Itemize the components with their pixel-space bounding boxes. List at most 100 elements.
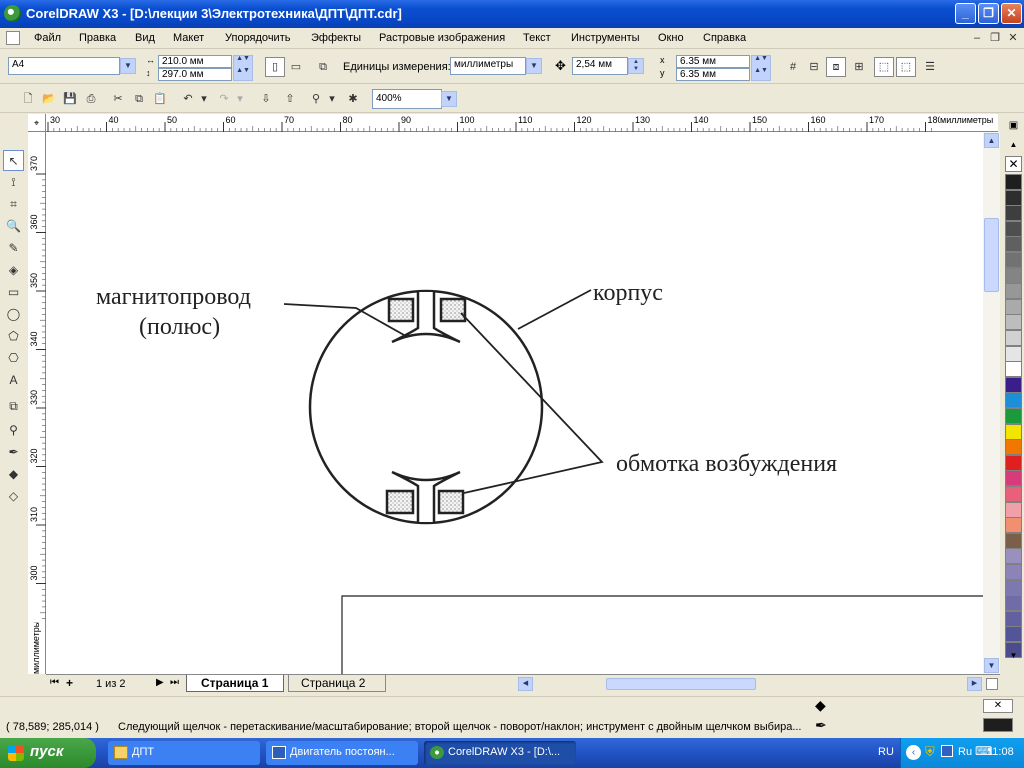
close-button[interactable]: ✕ [1001, 3, 1022, 24]
size-spinner[interactable]: ▲▼ ▲▼ [233, 55, 253, 81]
last-page-icon[interactable]: ⏭ [170, 677, 179, 688]
chevron-down-icon[interactable]: ▼ [526, 58, 542, 74]
tray-expand-icon[interactable]: ‹ [906, 745, 921, 760]
drawing-canvas[interactable]: магнитопровод (полюс) корпус обмотка воз… [46, 132, 983, 674]
scroll-right-icon[interactable]: ▶ [967, 677, 982, 691]
page-height-field[interactable]: 297.0 мм [158, 68, 232, 81]
snap-objects-icon[interactable]: ⧈ [826, 57, 846, 77]
horizontal-scroll-thumb[interactable] [606, 678, 756, 690]
options-icon[interactable]: ☰ [920, 57, 940, 77]
outline-tool-icon[interactable]: ✒ [3, 442, 24, 463]
palette-down-icon[interactable]: ▼ [1005, 648, 1022, 664]
doc-restore-icon[interactable]: ❐ [988, 31, 1002, 45]
print-icon[interactable]: ⎙ [81, 89, 101, 109]
color-swatch[interactable] [1005, 236, 1022, 253]
landscape-icon[interactable]: ▭ [286, 57, 306, 77]
menu-layout[interactable]: Макет [173, 32, 204, 44]
color-swatch[interactable] [1005, 454, 1022, 471]
paper-size-select[interactable]: A4 [8, 57, 120, 75]
treat-as-filled-icon[interactable]: ⬚ [874, 57, 894, 77]
color-swatch[interactable] [1005, 579, 1022, 596]
task-folder-dpt[interactable]: ДПТ [108, 741, 260, 765]
zoom-corner-icon[interactable] [986, 678, 998, 690]
undo-dropdown-icon[interactable]: ▾ [198, 89, 210, 109]
import-icon[interactable]: ⇩ [256, 89, 276, 109]
menu-tools[interactable]: Инструменты [571, 32, 640, 44]
menu-arrange[interactable]: Упорядочить [225, 32, 290, 44]
menu-help[interactable]: Справка [703, 32, 746, 44]
color-swatch[interactable] [1005, 439, 1022, 456]
color-swatch[interactable] [1005, 564, 1022, 580]
interactive-blend-tool-icon[interactable]: ⧉ [3, 396, 24, 417]
color-swatch[interactable] [1005, 548, 1022, 565]
paste-icon[interactable]: 📋 [150, 89, 170, 109]
color-swatch[interactable] [1005, 532, 1022, 549]
menu-effects[interactable]: Эффекты [311, 32, 361, 44]
basic-shapes-tool-icon[interactable]: ⎔ [3, 348, 24, 369]
snap-grid-icon[interactable]: # [783, 57, 803, 77]
units-select[interactable]: миллиметры [450, 57, 526, 75]
smart-fill-tool-icon[interactable]: ◈ [3, 260, 24, 281]
first-page-icon[interactable]: ⏮ [50, 677, 59, 688]
freehand-tool-icon[interactable]: ✎ [3, 238, 24, 259]
color-swatch[interactable] [1005, 361, 1022, 378]
vertical-ruler[interactable]: 370 360 350 340 330 320 310 300 миллиметры [28, 132, 46, 674]
crop-tool-icon[interactable]: ⌗ [3, 194, 24, 215]
task-word-document[interactable]: Двигатель постоян... [266, 741, 418, 765]
minimize-button[interactable]: _ [955, 3, 976, 24]
chevron-down-icon[interactable]: ▼ [120, 58, 136, 74]
dynamic-guides-icon[interactable]: ⊞ [849, 57, 869, 77]
vertical-scroll-thumb[interactable] [984, 218, 999, 292]
rectangle-tool-icon[interactable]: ▭ [3, 282, 24, 303]
welcome-screen-icon[interactable]: ✱ [343, 89, 363, 109]
chevron-down-icon[interactable]: ▼ [441, 91, 457, 107]
palette-up-icon[interactable]: ▲ [1005, 140, 1022, 156]
menu-file[interactable]: Файл [34, 32, 61, 44]
polygon-tool-icon[interactable]: ⬠ [3, 326, 24, 347]
scroll-left-icon[interactable]: ◀ [518, 677, 533, 691]
task-coreldraw[interactable]: CorelDRAW X3 - [D:\... [424, 741, 576, 765]
undo-icon[interactable]: ↶ [178, 89, 198, 109]
color-swatch[interactable] [1005, 595, 1022, 612]
snap-guidelines-icon[interactable]: ⊟ [804, 57, 824, 77]
menu-bitmaps[interactable]: Растровые изображения [379, 32, 505, 44]
color-swatch[interactable] [1005, 205, 1022, 222]
coreldraw-app-icon[interactable] [4, 5, 21, 22]
language-indicator[interactable]: RU [878, 746, 894, 758]
palette-menu-icon[interactable]: ▣ [1005, 120, 1022, 134]
winding-bottom-right[interactable] [437, 489, 465, 515]
tab-page-2[interactable]: Страница 2 [288, 675, 386, 692]
all-pages-icon[interactable]: ⧉ [313, 57, 333, 77]
case-label[interactable]: корпус [593, 280, 663, 306]
ruler-origin-icon[interactable]: ⌖ [28, 114, 46, 132]
scroll-down-icon[interactable]: ▼ [984, 658, 999, 673]
export-icon[interactable]: ⇧ [280, 89, 300, 109]
fill-indicator-icon[interactable]: ◆ [815, 697, 826, 714]
app-launcher-icon[interactable]: ⚲ [306, 89, 326, 109]
draw-select-icon[interactable]: ⬚ [896, 57, 916, 77]
color-swatch[interactable] [1005, 189, 1022, 206]
menu-text[interactable]: Текст [523, 32, 551, 44]
fill-swatch-none[interactable]: ✕ [983, 699, 1013, 713]
color-swatch[interactable] [1005, 486, 1022, 502]
copy-icon[interactable]: ⧉ [129, 89, 149, 109]
color-swatch[interactable] [1005, 626, 1022, 643]
color-swatch[interactable] [1005, 517, 1022, 534]
dup-spinner[interactable]: ▲▼ ▲▼ [751, 55, 771, 81]
doc-close-icon[interactable]: ✕ [1006, 31, 1020, 45]
launcher-dropdown-icon[interactable]: ▾ [326, 89, 338, 109]
color-swatch[interactable] [1005, 345, 1022, 362]
color-swatch[interactable] [1005, 470, 1022, 487]
open-icon[interactable]: 📂 [39, 89, 59, 109]
color-swatch[interactable] [1005, 220, 1022, 237]
horizontal-ruler[interactable]: 30 40 50 60 70 80 90 100 110 120 130 140 150 160 170 18… [46, 114, 998, 132]
next-page-icon[interactable]: ▶ [156, 677, 164, 688]
eyedropper-tool-icon[interactable]: ⚲ [3, 420, 24, 441]
doc-minimize-icon[interactable]: – [970, 31, 984, 45]
winding-top-left[interactable] [387, 297, 415, 323]
page-width-field[interactable]: 210.0 мм [158, 55, 232, 68]
start-button[interactable]: пуск [0, 738, 96, 768]
security-shield-icon[interactable]: ⛨ [925, 744, 935, 760]
zoom-tool-icon[interactable]: 🔍 [3, 216, 24, 237]
document-icon[interactable] [6, 31, 20, 45]
